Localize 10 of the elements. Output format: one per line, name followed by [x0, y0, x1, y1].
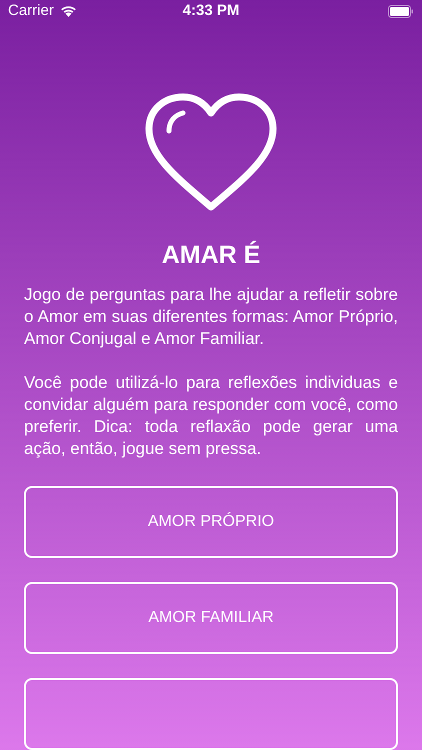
description-text: Você pode utilizá-lo para reflexões individuas e convidar alguém para responder com você, como preferir. Dica: toda reflaxão pode gerar uma ação, então, jogue sem pressa. — [24, 372, 398, 460]
wifi-icon — [60, 5, 77, 18]
carrier-label: Carrier — [8, 1, 54, 21]
description-text: Jogo de perguntas para lhe ajudar a refletir sobre o Amor em suas diferentes formas: Amor Próprio, Amor Conjugal e Amor Familiar. — [24, 284, 398, 350]
clock-label: 4:33 PM — [182, 1, 240, 21]
category-button[interactable]: AMOR FAMILIAR — [24, 582, 398, 654]
app-title: AMAR É — [160, 240, 262, 270]
category-button[interactable]: AMOR PRÓPRIO — [24, 486, 398, 558]
category-button[interactable] — [24, 678, 398, 750]
battery-icon — [388, 4, 414, 18]
